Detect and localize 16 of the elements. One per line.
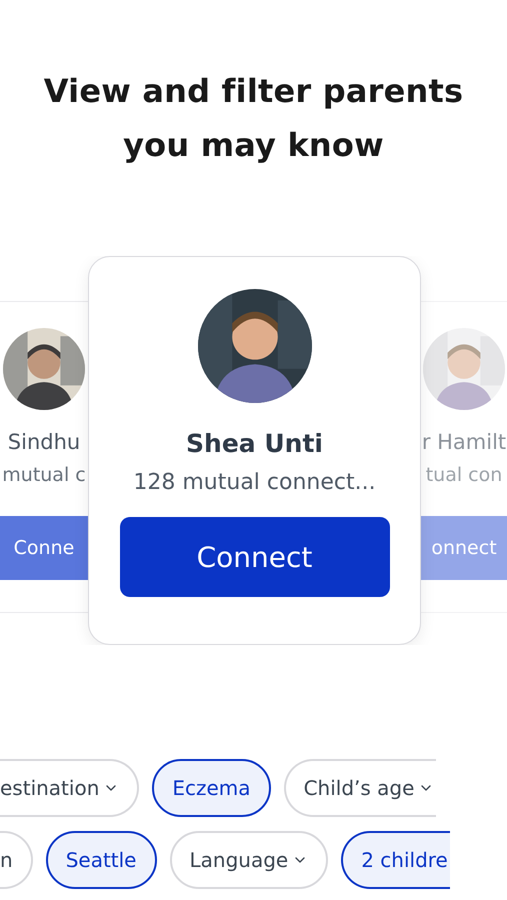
mutual-connections: tual con <box>426 464 502 486</box>
profile-name: r Hamilt <box>422 430 506 454</box>
profile-name: Sindhu <box>8 430 80 454</box>
filter-chip[interactable]: Seattle <box>46 831 156 889</box>
mutual-connections: mutual c <box>2 464 86 486</box>
filter-chip[interactable]: n <box>0 831 33 889</box>
profile-name: Shea Unti <box>186 429 323 458</box>
connect-button[interactable]: Connect <box>120 517 390 597</box>
connect-button[interactable]: Conne <box>0 516 88 580</box>
filter-chip[interactable]: Eczema <box>152 759 271 817</box>
filter-chip[interactable]: Child’s age <box>284 759 436 817</box>
page-heading: View and filter parents you may know <box>42 71 464 166</box>
filter-chip[interactable]: 2 childre <box>341 831 450 889</box>
mutual-connections: 128 mutual connect... <box>133 470 376 495</box>
filter-chip[interactable]: estination <box>0 759 140 817</box>
filter-chip[interactable]: Language <box>170 831 328 889</box>
